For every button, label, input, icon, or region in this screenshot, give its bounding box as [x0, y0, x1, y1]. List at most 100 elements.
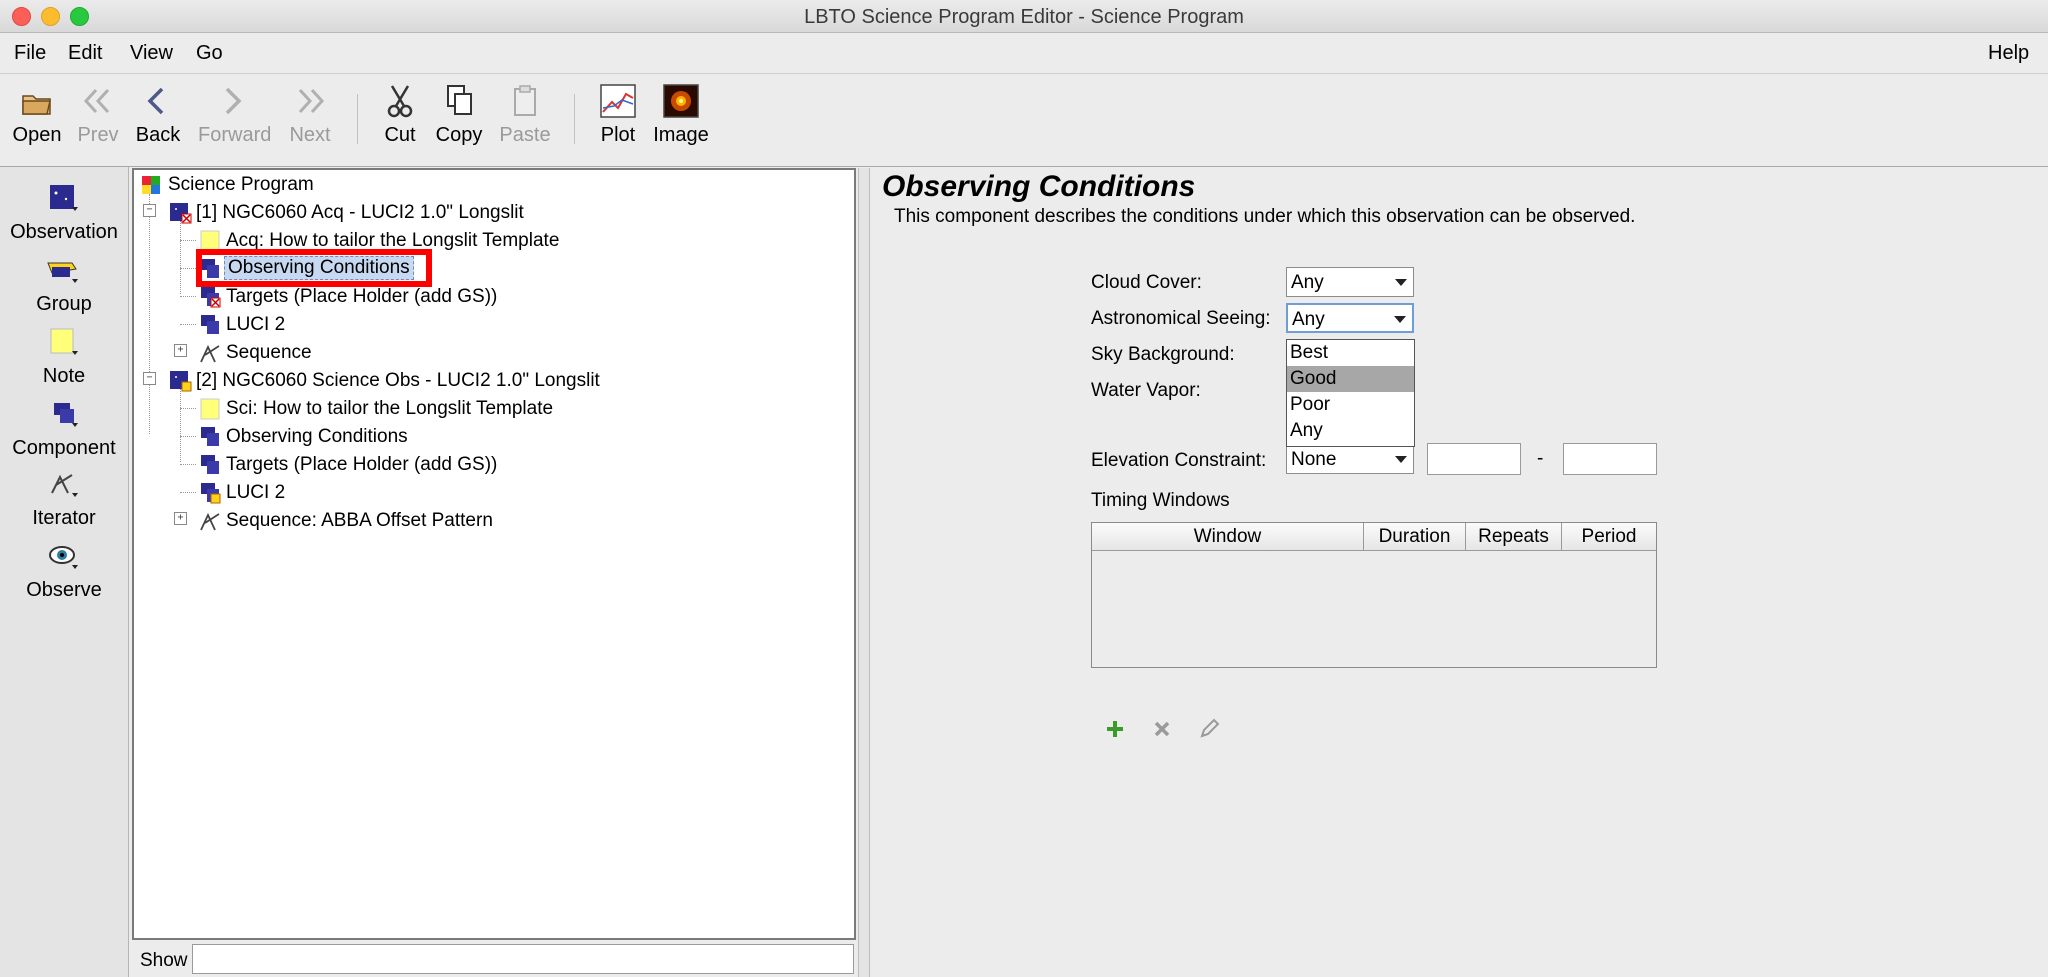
window-title: LBTO Science Program Editor - Science Pr…: [804, 6, 1244, 28]
show-filter: Show: [132, 942, 856, 977]
observation-icon: [50, 185, 78, 211]
elevation-label: Elevation Constraint:: [1091, 450, 1267, 471]
sky-background-label: Sky Background:: [1091, 344, 1235, 365]
double-chevron-left-icon: [83, 88, 110, 114]
cloud-cover-combo[interactable]: Any: [1286, 267, 1414, 297]
tree-connector: [180, 436, 196, 437]
tree-connector: [180, 296, 196, 297]
chevron-left-icon: [147, 87, 164, 115]
forward-button[interactable]: Forward: [198, 84, 271, 147]
menu-edit[interactable]: Edit: [68, 42, 102, 65]
column-header-repeats[interactable]: Repeats: [1466, 523, 1562, 551]
paste-button[interactable]: Paste: [490, 84, 560, 147]
next-button[interactable]: Next: [275, 84, 345, 147]
component-icon: [201, 427, 219, 446]
image-icon: [663, 84, 699, 118]
instrument-icon: [201, 483, 221, 504]
menu-view[interactable]: View: [130, 42, 173, 65]
collapse-toggle[interactable]: −: [143, 372, 156, 385]
remove-timing-window-button[interactable]: [1149, 716, 1175, 742]
scissors-icon: [387, 85, 413, 118]
toolbar: Open Prev Back Forward Next Cut Copy Pas…: [0, 74, 2048, 167]
chevron-right-icon: [225, 87, 242, 115]
tree-connector: [180, 240, 196, 241]
dropdown-option-highlighted[interactable]: Good: [1287, 366, 1414, 392]
plot-button[interactable]: Plot: [583, 84, 653, 147]
menu-go[interactable]: Go: [196, 42, 223, 65]
chevron-down-icon: [1394, 316, 1406, 323]
column-header-period[interactable]: Period: [1562, 523, 1656, 551]
elevation-min-input[interactable]: [1427, 443, 1521, 475]
palette-iterator[interactable]: Iterator: [0, 469, 128, 530]
component-icon: [54, 403, 78, 427]
cloud-cover-label: Cloud Cover:: [1091, 272, 1202, 293]
timing-windows-label: Timing Windows: [1091, 490, 1230, 511]
palette-observe[interactable]: Observe: [0, 541, 128, 602]
seeing-dropdown-list: Best Good Poor Any: [1286, 339, 1415, 447]
elevation-max-input[interactable]: [1563, 443, 1657, 475]
pencil-icon: [1200, 718, 1220, 738]
tree-connector: [180, 408, 196, 409]
tree-connector: [180, 464, 196, 465]
expand-toggle[interactable]: +: [174, 344, 187, 357]
add-timing-window-button[interactable]: [1102, 716, 1128, 742]
observation-icon: [170, 203, 192, 224]
expand-toggle[interactable]: +: [174, 512, 187, 525]
component-palette: Observation Group Note Component Iterato…: [0, 167, 129, 977]
eye-icon: [49, 546, 78, 569]
show-input[interactable]: [192, 944, 854, 974]
observation-icon: [170, 371, 192, 392]
science-program-icon: [142, 176, 160, 194]
chevron-down-icon: [1395, 456, 1407, 463]
toolbar-separator: [574, 94, 575, 144]
editor-panel: Observing Conditions This component desc…: [870, 168, 2048, 977]
target-icon: [201, 455, 219, 474]
editor-description: This component describes the conditions …: [894, 206, 1636, 227]
annotation-highlight-box: [196, 249, 432, 287]
iterator-icon: [200, 512, 220, 531]
menu-help[interactable]: Help: [1988, 42, 2029, 65]
palette-observation[interactable]: Observation: [0, 183, 128, 244]
open-button[interactable]: Open: [2, 84, 72, 147]
instrument-icon: [201, 315, 219, 334]
column-header-window[interactable]: Window: [1092, 523, 1364, 551]
seeing-label: Astronomical Seeing:: [1091, 308, 1271, 329]
tree-connector: [180, 218, 181, 294]
editor-title: Observing Conditions: [882, 170, 1196, 203]
collapse-toggle[interactable]: −: [143, 204, 156, 217]
tree-connector: [180, 324, 196, 325]
back-button[interactable]: Back: [123, 84, 193, 147]
show-label: Show: [140, 950, 188, 971]
delete-icon: [1154, 721, 1170, 737]
plot-icon: [600, 84, 636, 118]
double-chevron-right-icon: [298, 88, 325, 114]
note-icon: [50, 328, 78, 355]
chevron-down-icon: [1395, 279, 1407, 286]
image-button[interactable]: Image: [646, 84, 716, 147]
group-icon: [47, 262, 78, 283]
seeing-combo[interactable]: Any: [1286, 303, 1414, 333]
menu-bar: File Edit View Go Help: [0, 33, 2048, 74]
copy-button[interactable]: Copy: [424, 84, 494, 147]
iterator-icon: [51, 474, 78, 497]
dropdown-option[interactable]: Poor: [1287, 392, 1414, 418]
dropdown-option[interactable]: Any: [1287, 418, 1414, 444]
note-icon: [200, 398, 220, 420]
palette-group[interactable]: Group: [0, 255, 128, 316]
palette-note[interactable]: Note: [0, 327, 128, 388]
column-header-duration[interactable]: Duration: [1364, 523, 1466, 551]
dropdown-option[interactable]: Best: [1287, 340, 1414, 366]
elevation-combo[interactable]: None: [1286, 444, 1414, 474]
panel-splitter[interactable]: [858, 168, 870, 977]
timing-windows-table[interactable]: Window Duration Repeats Period: [1091, 522, 1657, 668]
tree-connector: [180, 386, 181, 462]
palette-component[interactable]: Component: [0, 399, 128, 460]
clipboard-icon: [514, 85, 536, 116]
tree-connector: [149, 194, 150, 434]
folder-icon: [22, 95, 51, 115]
target-icon: [201, 287, 221, 308]
edit-timing-window-button[interactable]: [1196, 716, 1222, 742]
iterator-icon: [200, 344, 220, 363]
plus-icon: [1107, 721, 1123, 737]
menu-file[interactable]: File: [14, 42, 46, 65]
